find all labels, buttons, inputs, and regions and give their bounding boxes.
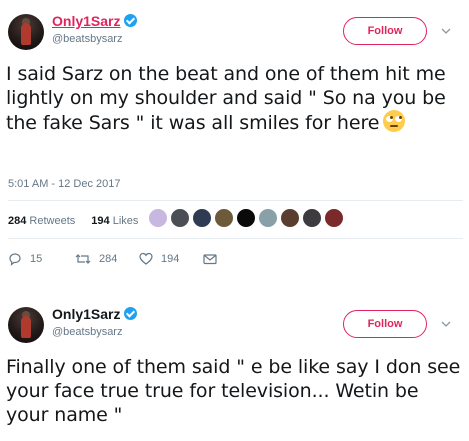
verified-badge-icon [124,14,138,27]
like-count: 194 [161,253,180,265]
avatar[interactable] [258,208,278,228]
likes-stat[interactable]: 194 Likes [91,215,146,227]
heart-icon [139,252,153,265]
tweet-card: Only1Sarz @beatsbysarz Follow I said Sar… [0,0,469,290]
tweet-timestamp[interactable]: 5:01 AM - 12 Dec 2017 [8,178,121,190]
chevron-down-icon[interactable] [441,26,451,36]
envelope-icon [203,254,217,265]
reply-icon [9,253,21,266]
user-handle[interactable]: @beatsbysarz [52,33,122,45]
avatar[interactable] [8,307,44,343]
divider [8,238,463,239]
verified-badge-icon [124,307,138,320]
retweet-count: 284 [99,253,118,265]
rolling-eyes-emoji-icon [383,110,406,132]
avatar[interactable] [192,208,212,228]
avatar[interactable] [302,208,322,228]
retweet-icon [75,254,91,264]
like-button[interactable]: 194 [139,252,179,266]
direct-message-button[interactable] [203,252,225,266]
avatar[interactable] [324,208,344,228]
tweet-card: Only1Sarz @beatsbysarz Follow Finally on… [0,302,469,441]
chevron-down-icon[interactable] [441,319,451,329]
avatar[interactable] [170,208,190,228]
follow-button[interactable]: Follow [343,310,427,338]
avatar[interactable] [148,208,168,228]
reply-count: 15 [30,253,43,265]
avatar[interactable] [280,208,300,228]
tweet-stats: 284 Retweets 194 Likes [8,215,154,227]
display-name[interactable]: Only1Sarz [52,13,138,29]
retweets-stat[interactable]: 284 Retweets [8,215,83,227]
avatar[interactable] [214,208,234,228]
display-name[interactable]: Only1Sarz [52,306,138,322]
avatar[interactable] [8,14,44,50]
tweet-text: I said Sarz on the beat and one of them … [6,63,446,134]
reply-button[interactable]: 15 [8,252,42,266]
tweet-text: Finally one of them said " e be like say… [6,356,461,426]
divider [8,200,463,201]
avatar[interactable] [236,208,256,228]
user-handle[interactable]: @beatsbysarz [52,326,122,338]
follow-button[interactable]: Follow [343,17,427,45]
retweet-button[interactable]: 284 [75,252,117,266]
